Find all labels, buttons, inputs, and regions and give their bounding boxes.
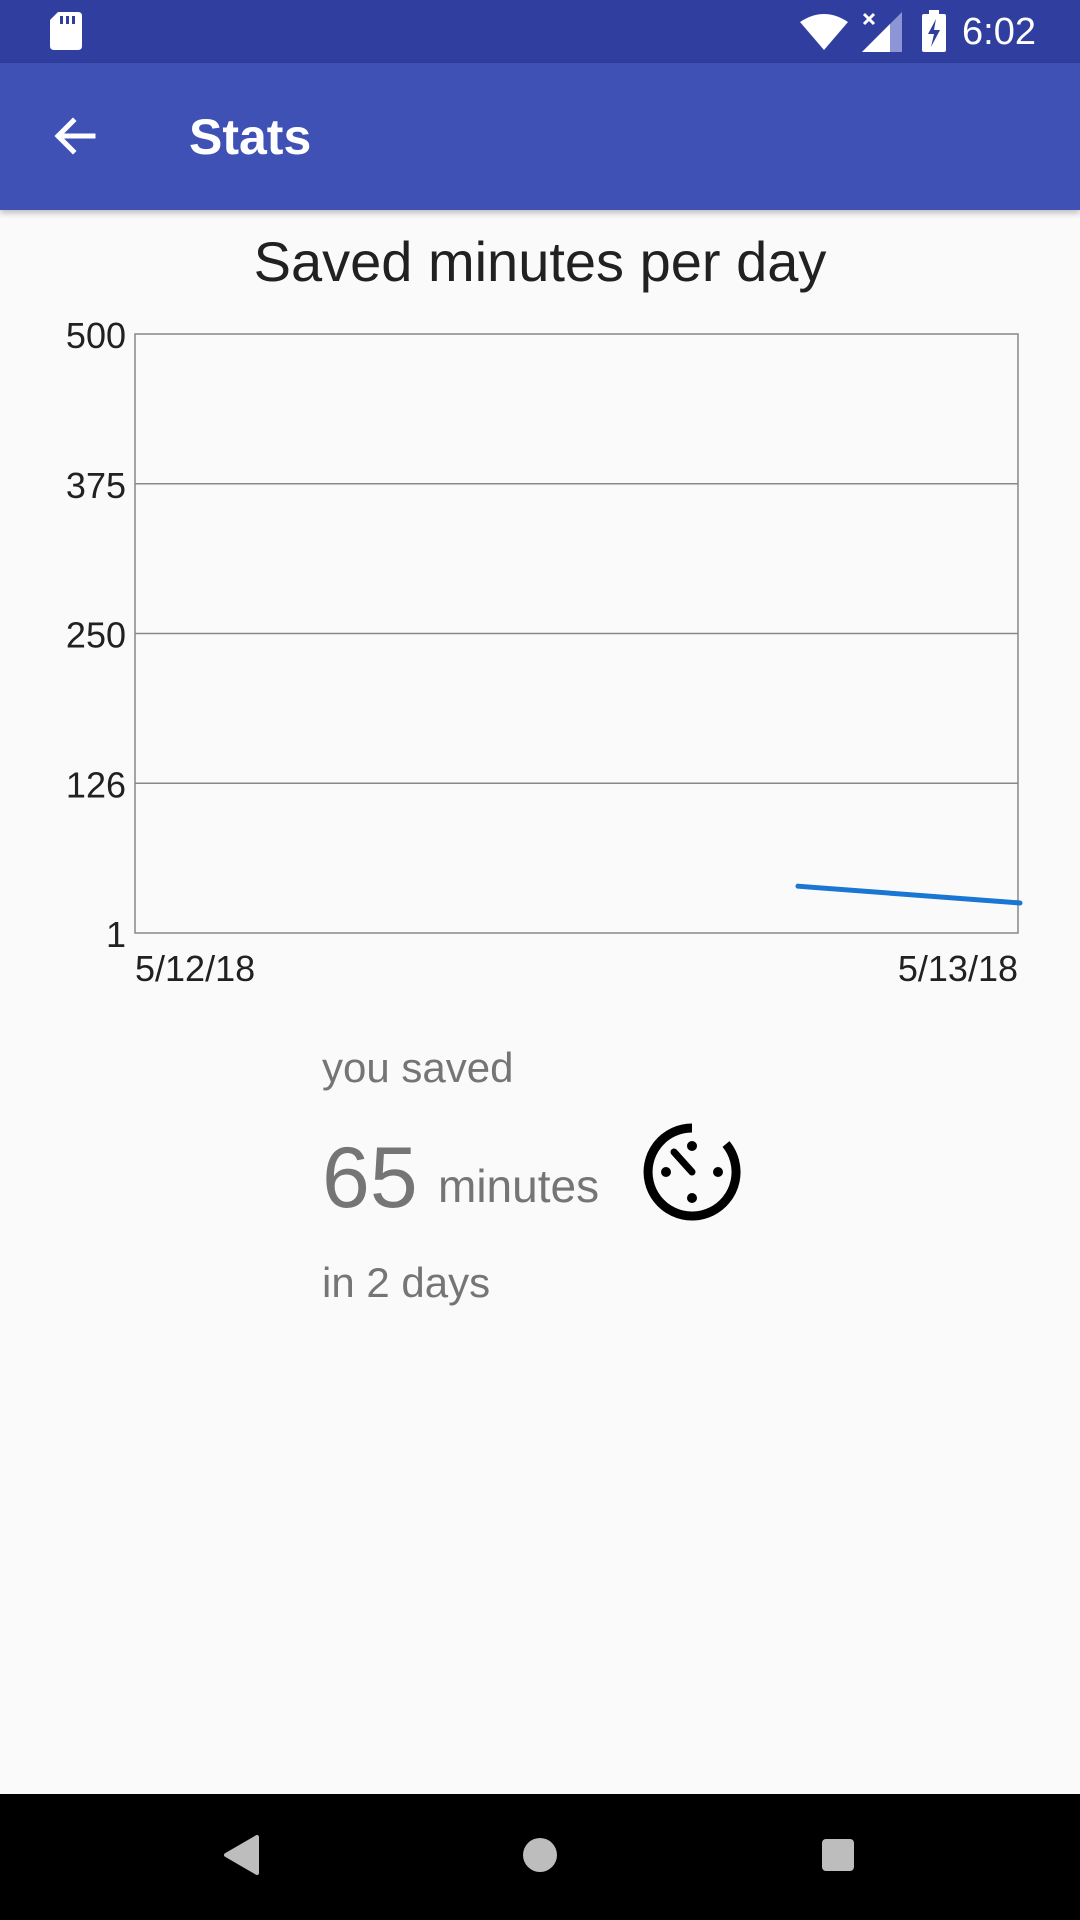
saved-label: you saved — [322, 1044, 514, 1091]
home-nav-icon — [520, 1835, 560, 1880]
minutes-unit: minutes — [438, 1160, 600, 1212]
battery-charging-icon — [922, 10, 946, 57]
back-nav-icon — [223, 1834, 259, 1880]
page-title: Stats — [189, 109, 312, 165]
minutes-value: 65 — [322, 1130, 418, 1226]
nav-home-button[interactable] — [505, 1822, 575, 1892]
status-bar: 6:02 — [0, 0, 1080, 63]
chart-canvas: 500 375 250 126 15/12/18 5/13/18 — [66, 315, 1023, 989]
signal-icon — [862, 12, 902, 57]
status-time: 6:02 — [962, 11, 1036, 53]
x-tick-label: 5/12/18 — [135, 948, 255, 989]
series-line — [795, 883, 1023, 906]
timer-icon — [640, 1120, 744, 1229]
y-tick-label: 126 — [66, 764, 126, 805]
back-button[interactable] — [34, 98, 114, 178]
sd-card-icon — [50, 12, 82, 55]
y-tick-label: 375 — [66, 465, 126, 506]
system-nav-bar — [0, 1794, 1080, 1920]
saved-minutes-chart: Saved minutes per day 500 375 250 126 1 5/12/… — [0, 210, 1080, 1010]
recents-nav-icon — [820, 1837, 856, 1878]
x-tick-label: 5/13/18 — [898, 948, 1018, 989]
app-bar: Stats — [0, 63, 1080, 210]
y-tick-label: 250 — [66, 615, 126, 656]
wifi-icon — [800, 14, 848, 55]
nav-recents-button[interactable] — [803, 1822, 873, 1892]
y-tick-label: 500 — [66, 315, 126, 356]
nav-back-button[interactable] — [206, 1822, 276, 1892]
days-label: in 2 days — [322, 1259, 491, 1306]
arrow-back-icon — [51, 113, 97, 164]
y-tick-label: 1 — [106, 914, 126, 955]
